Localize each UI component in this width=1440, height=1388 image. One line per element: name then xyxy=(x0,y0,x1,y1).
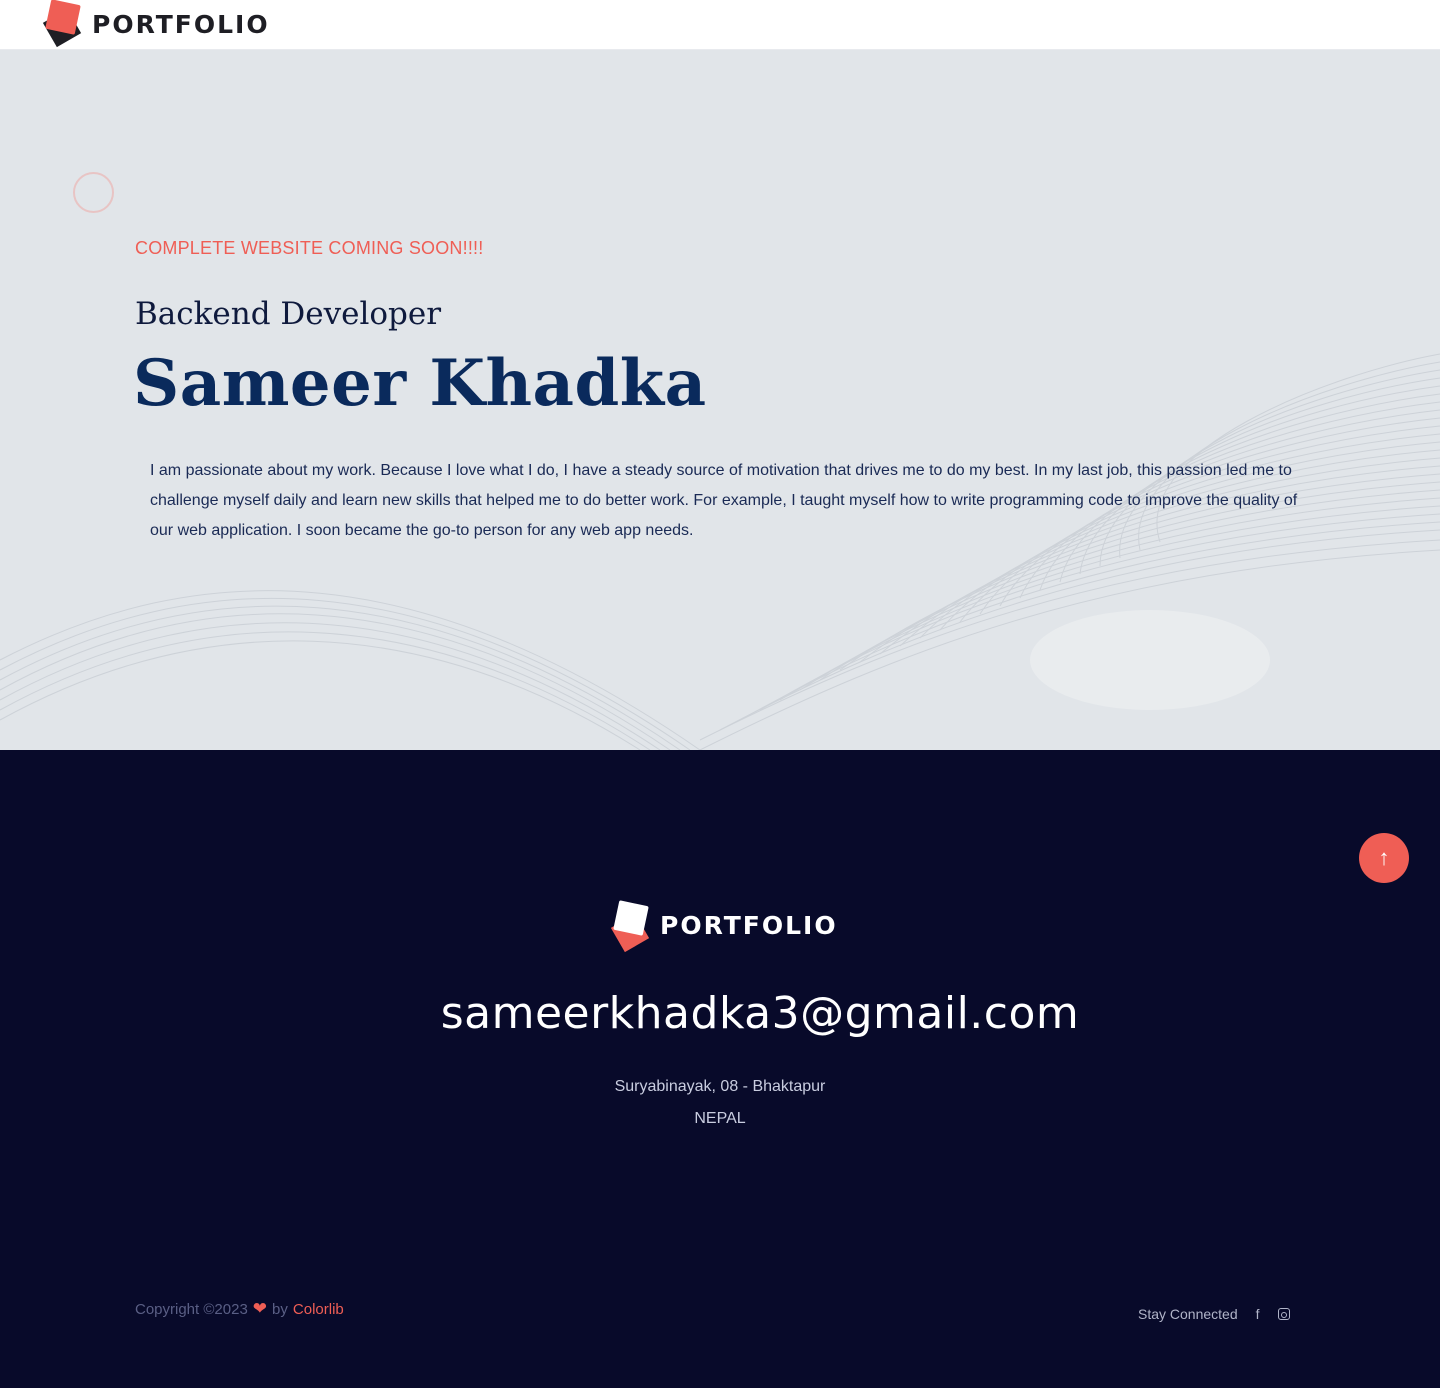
site-footer: ↑ PORTFOLIO sameerkhadka3@gmail.com Sury… xyxy=(0,750,1440,1388)
email-text: sameerkhadka3@gmail.com xyxy=(440,988,1080,1039)
site-logo[interactable]: PORTFOLIO xyxy=(42,0,270,48)
social-links: Stay Connected f xyxy=(1138,1306,1290,1322)
arrow-up-icon: ↑ xyxy=(1378,845,1390,870)
logo-mark-icon xyxy=(610,900,652,953)
heart-icon: ❤ xyxy=(252,1299,268,1318)
coming-soon-tagline: COMPLETE WEBSITE COMING SOON!!!! xyxy=(135,238,484,258)
bio-paragraph: I am passionate about my work. Because I… xyxy=(150,462,1298,539)
site-header: PORTFOLIO xyxy=(0,0,1440,50)
footer-logo[interactable]: PORTFOLIO xyxy=(610,898,838,953)
copyright: Copyright ©2023 ❤ by Colorlib xyxy=(135,1299,344,1319)
copyright-text: Copyright ©2023 xyxy=(135,1300,248,1318)
instagram-icon[interactable] xyxy=(1277,1308,1290,1320)
by-text: by xyxy=(272,1300,288,1318)
hero-section: COMPLETE WEBSITE COMING SOON!!!! Backend… xyxy=(0,50,1440,750)
colorlib-link[interactable]: Colorlib xyxy=(293,1301,344,1318)
name-heading: Sameer Khadka xyxy=(133,346,707,421)
stay-connected-label: Stay Connected xyxy=(1138,1306,1238,1322)
facebook-icon[interactable]: f xyxy=(1256,1306,1260,1322)
email-link[interactable]: sameerkhadka3@gmail.com xyxy=(0,988,1440,1039)
scroll-to-top-button[interactable]: ↑ xyxy=(1359,833,1409,883)
logo-mark-icon xyxy=(42,0,84,48)
logo-text: PORTFOLIO xyxy=(92,9,270,39)
role-subtitle: Backend Developer xyxy=(135,296,442,332)
footer-logo-text: PORTFOLIO xyxy=(660,910,838,940)
address-line-1: Suryabinayak, 08 - Bhaktapur xyxy=(614,1078,826,1095)
decorative-circle xyxy=(73,172,114,213)
address-line-2: NEPAL xyxy=(694,1110,746,1127)
